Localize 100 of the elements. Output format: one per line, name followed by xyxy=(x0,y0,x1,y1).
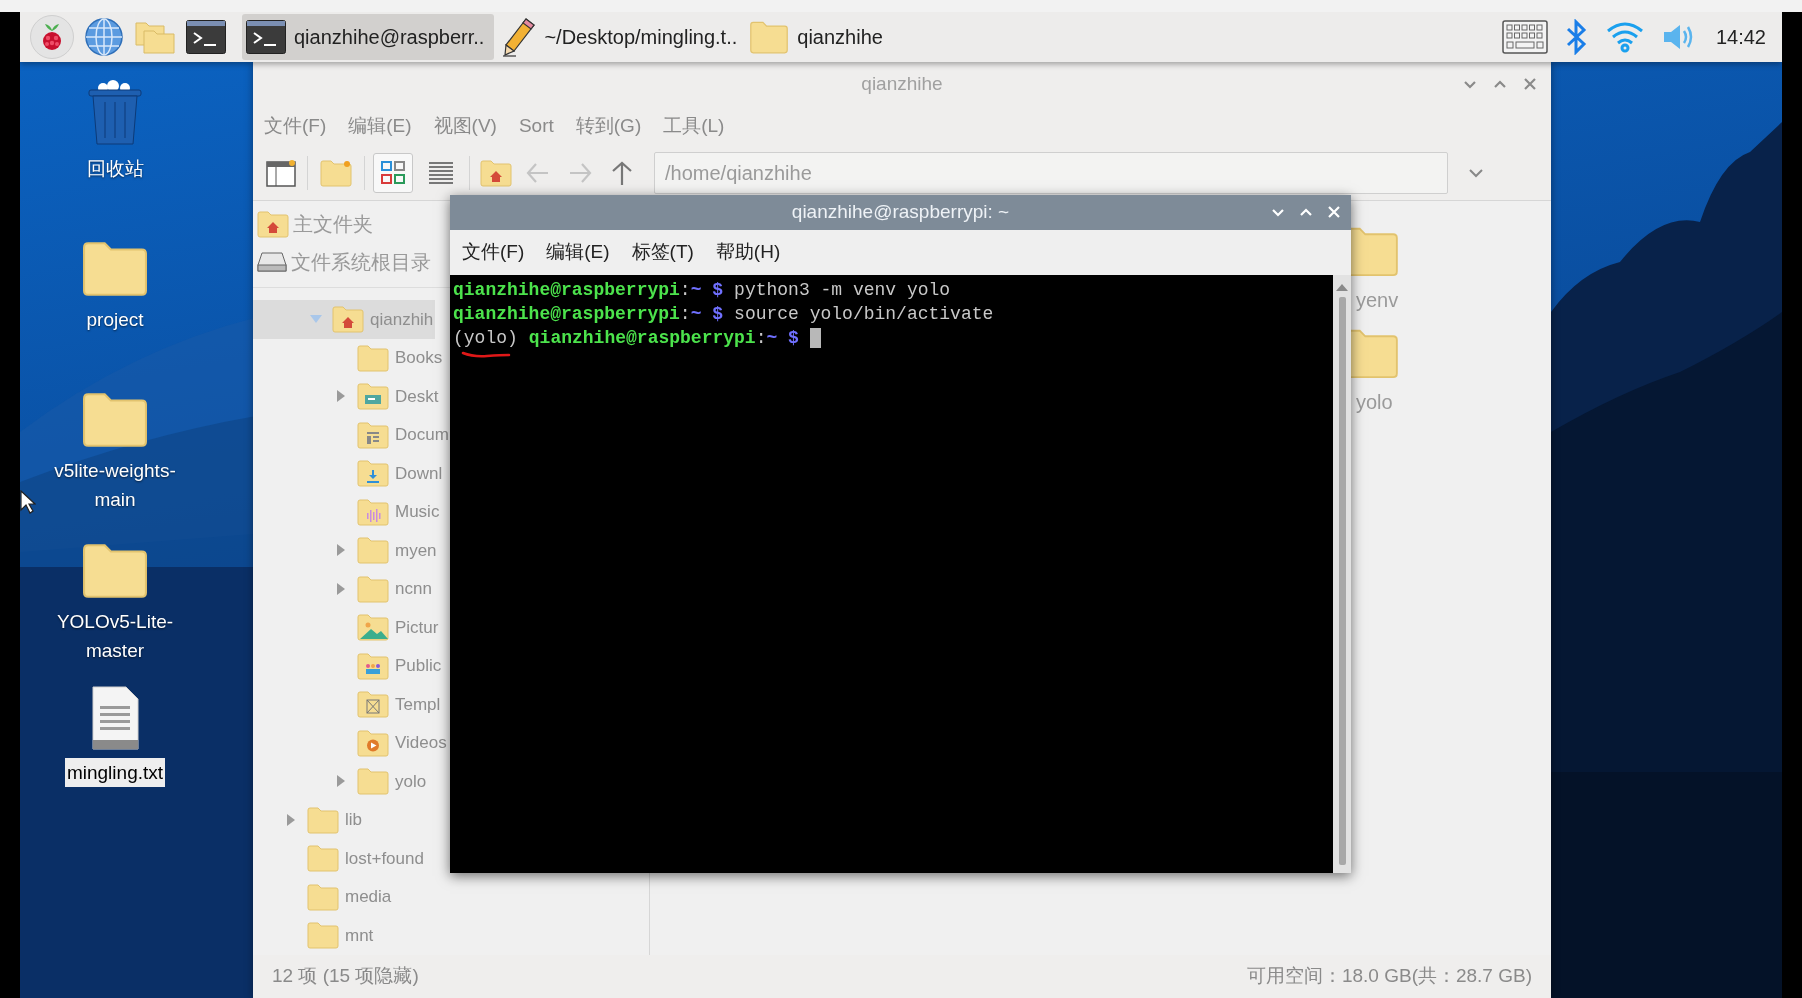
file-item-label[interactable]: yenv xyxy=(1356,285,1399,315)
folder-icon xyxy=(307,844,339,873)
tree-item[interactable]: Public xyxy=(253,646,444,685)
tree-item[interactable]: media xyxy=(253,877,394,916)
scroll-up-icon[interactable] xyxy=(1336,283,1348,291)
trash-icon[interactable] xyxy=(85,80,145,146)
menu-button[interactable] xyxy=(30,15,74,59)
tree-item[interactable]: Books xyxy=(253,338,445,377)
tree-item[interactable]: Pictur xyxy=(253,608,441,647)
folder-icon xyxy=(82,390,148,448)
clock[interactable]: 14:42 xyxy=(1715,22,1766,52)
status-text: 12 项 (15 项隐藏) xyxy=(272,964,419,989)
tree-item[interactable]: myen xyxy=(253,531,439,570)
menu-item[interactable]: 标签(T) xyxy=(631,238,694,267)
menu-item[interactable]: 文件(F) xyxy=(264,111,327,141)
tree-item-label: Deskt xyxy=(395,385,439,408)
tree-item[interactable]: lost+found xyxy=(253,839,426,878)
tree-item[interactable]: lib xyxy=(253,800,364,839)
expand-arrow-icon[interactable] xyxy=(335,775,347,788)
home-folder-icon xyxy=(332,305,364,334)
window-title: qianzhihe@raspberrypi: ~ xyxy=(791,200,1010,225)
tree-item[interactable]: ncnn xyxy=(253,569,434,608)
window-title: qianzhihe xyxy=(861,71,943,96)
menu-item[interactable]: 视图(V) xyxy=(433,111,497,141)
tree-item[interactable]: Docum xyxy=(253,415,451,454)
place-item[interactable]: 主文件夹 xyxy=(257,205,373,243)
tree-item-label: Books xyxy=(395,347,443,369)
underline-mark xyxy=(461,350,511,358)
tree-item-label: qianzhih xyxy=(370,308,434,331)
text-file-icon[interactable] xyxy=(90,686,140,750)
command-text: python3 -m venv yolo xyxy=(734,279,951,302)
expand-arrow-icon[interactable] xyxy=(335,390,347,403)
taskbar-task[interactable]: ~/Desktop/mingling.t.. xyxy=(498,14,742,60)
desktop-folder-icon xyxy=(357,382,389,411)
menu-item[interactable]: Sort xyxy=(518,111,554,141)
menu-item[interactable]: 编辑(E) xyxy=(546,238,610,267)
folder-icon xyxy=(307,882,339,911)
list-view-icon xyxy=(427,159,455,187)
folder-icon xyxy=(82,541,148,599)
folder-icon xyxy=(82,239,148,297)
window-panel-icon xyxy=(266,159,296,187)
tree-item-label: Docum xyxy=(395,424,449,446)
folder-icon xyxy=(307,805,339,834)
tree-item-label: lost+found xyxy=(345,847,424,870)
prompt: qianzhihe@raspberrypi:~ $ xyxy=(453,279,724,302)
globe-icon[interactable] xyxy=(84,17,124,57)
tree-item[interactable]: Downl xyxy=(253,454,445,493)
desktop-icon-label[interactable]: mingling.txt xyxy=(64,758,166,787)
close-icon[interactable] xyxy=(1523,77,1537,91)
menu-item[interactable]: 编辑(E) xyxy=(348,111,412,141)
tree-item[interactable]: mnt xyxy=(253,916,376,955)
pencil-icon xyxy=(502,17,537,57)
terminal-icon xyxy=(246,20,286,54)
folder-icon xyxy=(357,536,389,565)
tree-item[interactable]: Deskt xyxy=(253,377,441,416)
icon-view-icon xyxy=(379,159,407,187)
menu-item[interactable]: 文件(F) xyxy=(462,238,525,267)
new-folder-icon xyxy=(320,159,352,187)
tree-item-label: yolo xyxy=(395,770,427,793)
folder-icon xyxy=(357,343,389,372)
documents-folder-icon xyxy=(357,420,389,449)
desktop-icon-label[interactable]: YOLOv5-Lite-master xyxy=(40,607,190,665)
expand-arrow-icon[interactable] xyxy=(285,813,297,826)
tree-item[interactable]: Videos xyxy=(253,723,449,762)
text-cursor xyxy=(809,328,821,348)
pictures-folder-icon xyxy=(357,613,389,642)
tree-item-label: media xyxy=(345,886,392,908)
tree-item[interactable]: Music xyxy=(253,492,442,531)
keyboard-icon[interactable] xyxy=(1501,20,1548,54)
view-mode-button[interactable] xyxy=(373,153,413,193)
tree-item-label: Public xyxy=(395,655,442,677)
bluetooth-icon[interactable] xyxy=(1565,19,1588,55)
free-space-text: 可用空间：18.0 GB(共：28.7 GB) xyxy=(1246,964,1532,989)
menu-item[interactable]: 帮助(H) xyxy=(715,238,781,267)
tree-item[interactable]: qianzhih xyxy=(253,300,436,339)
home-folder-icon xyxy=(480,159,512,187)
tree-item-label: Pictur xyxy=(395,616,439,639)
menu-item[interactable]: 工具(L) xyxy=(663,111,725,141)
terminal-icon[interactable] xyxy=(186,20,226,54)
taskbar-task[interactable]: qianzhihe@raspberr.. xyxy=(242,14,495,60)
desktop-icon-label[interactable]: project xyxy=(84,305,146,334)
videos-folder-icon xyxy=(357,728,389,757)
menu-item[interactable]: 转到(G) xyxy=(575,111,642,141)
command-text: source yolo/bin/activate xyxy=(734,303,994,326)
path-field[interactable]: /home/qianzhihe xyxy=(654,152,1448,194)
file-item-label[interactable]: yolo xyxy=(1356,387,1393,417)
place-item[interactable]: 文件系统根目录 xyxy=(257,243,431,281)
taskbar-task[interactable]: qianzhihe xyxy=(745,14,887,60)
terminal-scrollbar[interactable] xyxy=(1333,275,1351,873)
mouse-cursor-icon xyxy=(20,490,36,514)
expand-arrow-icon[interactable] xyxy=(335,544,347,557)
tree-item-label: Templ xyxy=(395,693,441,716)
templates-folder-icon xyxy=(357,690,389,719)
wifi-icon[interactable] xyxy=(1605,21,1644,53)
music-folder-icon xyxy=(357,497,389,526)
expand-arrow-icon[interactable] xyxy=(335,582,347,595)
tree-item[interactable]: Templ xyxy=(253,685,443,724)
tree-item[interactable]: yolo xyxy=(253,762,429,801)
desktop-icon-label[interactable]: 回收站 xyxy=(84,154,146,183)
drive-icon xyxy=(257,251,287,273)
